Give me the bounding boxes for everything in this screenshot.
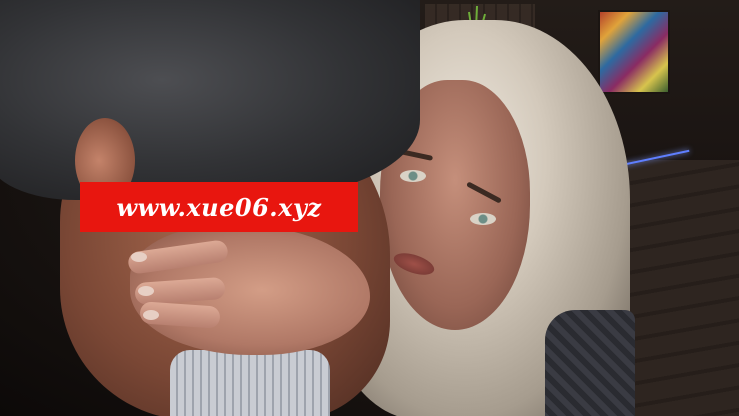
fingernail [131, 252, 147, 262]
watermark-banner: www.xue06.xyz [80, 182, 358, 232]
man-hair [0, 0, 420, 200]
woman-right-eye [470, 213, 496, 225]
woman-top [545, 310, 635, 416]
woman-left-eye [400, 170, 426, 182]
watermark-text: www.xue06.xyz [116, 192, 322, 222]
fingernail [138, 286, 154, 296]
game-scene[interactable]: www.xue06.xyz [0, 0, 739, 416]
man-shirt [170, 350, 330, 416]
wall-painting [598, 10, 670, 94]
fingernail [143, 310, 159, 320]
